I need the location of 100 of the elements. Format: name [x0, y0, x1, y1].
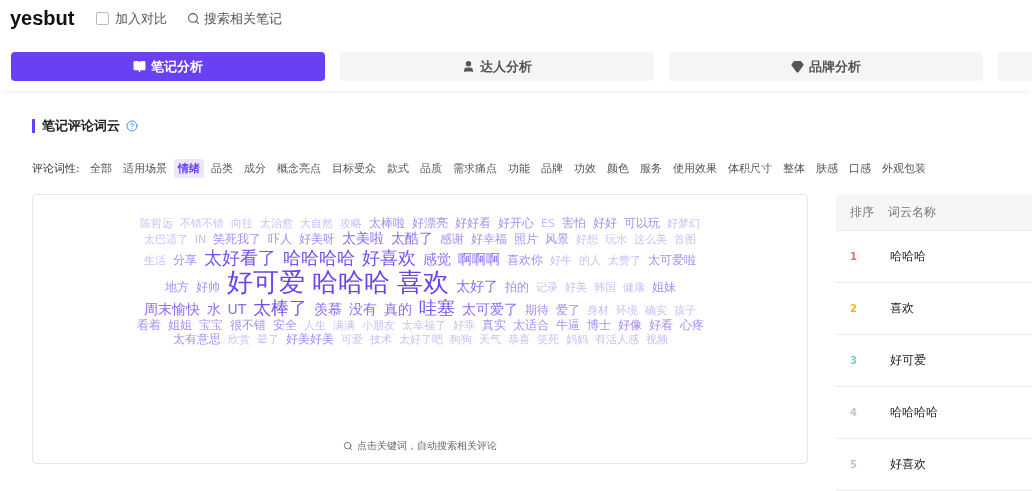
- filter-chip[interactable]: 品类: [206, 159, 237, 178]
- cloud-word[interactable]: 狗狗: [449, 333, 472, 347]
- cloud-word[interactable]: 没有: [349, 301, 378, 318]
- cloud-word[interactable]: 恭喜: [507, 333, 530, 347]
- cloud-word[interactable]: 太治愈: [260, 218, 294, 231]
- cloud-word[interactable]: 好好看: [455, 217, 492, 231]
- cloud-word[interactable]: 大自然: [300, 218, 334, 231]
- cloud-word[interactable]: 太适合: [512, 318, 549, 332]
- cloud-word[interactable]: 的人: [579, 254, 601, 267]
- cloud-word[interactable]: 真实: [481, 318, 506, 332]
- cloud-word[interactable]: 晕了: [256, 333, 279, 347]
- cloud-word[interactable]: 记录: [535, 282, 558, 295]
- cloud-word[interactable]: 哈哈哈: [311, 268, 390, 297]
- cloud-word[interactable]: 啊啊啊: [458, 251, 500, 267]
- tab[interactable]: 达人分析: [340, 52, 654, 82]
- cloud-word[interactable]: 太好了: [455, 279, 498, 295]
- filter-chip[interactable]: 全部: [85, 159, 116, 178]
- filter-chip[interactable]: 成分: [239, 159, 270, 178]
- filter-chip[interactable]: 使用效果: [668, 159, 721, 178]
- tab[interactable]: 笔记分析: [11, 52, 325, 82]
- cloud-word[interactable]: 吓人: [268, 233, 293, 247]
- cloud-word[interactable]: 好美: [564, 282, 587, 295]
- cloud-word[interactable]: 天气: [478, 333, 501, 347]
- cloud-word[interactable]: 太好看了: [204, 247, 276, 268]
- cloud-word[interactable]: 看着: [136, 318, 161, 332]
- search-notes-link[interactable]: 搜索相关笔记: [187, 9, 283, 28]
- cloud-word[interactable]: 不错不错: [180, 218, 225, 231]
- cloud-word[interactable]: 好好: [592, 217, 617, 231]
- cloud-word[interactable]: 拍的: [504, 281, 529, 295]
- cloud-word[interactable]: 韩国: [593, 282, 616, 295]
- filter-chip[interactable]: 概念亮点: [272, 159, 325, 178]
- cloud-word[interactable]: 感觉: [423, 251, 451, 267]
- cloud-word[interactable]: 好乖: [452, 319, 475, 332]
- cloud-word[interactable]: 太赞了: [608, 254, 641, 267]
- cloud-word[interactable]: 太好了吧: [398, 333, 443, 347]
- cloud-word[interactable]: 好帅: [195, 281, 220, 295]
- cloud-word[interactable]: 真的: [384, 301, 413, 318]
- filter-chip[interactable]: 品质: [415, 159, 446, 178]
- cloud-word[interactable]: 陈哲远: [140, 218, 174, 231]
- cloud-word[interactable]: 好想: [576, 234, 599, 247]
- cloud-word[interactable]: 周末愉快: [143, 301, 200, 318]
- cloud-word[interactable]: 感谢: [440, 233, 465, 247]
- cloud-word[interactable]: 笑死我了: [213, 233, 262, 247]
- cloud-word[interactable]: 首图: [674, 234, 697, 247]
- cloud-word[interactable]: 生活: [144, 254, 166, 267]
- cloud-word[interactable]: 太棒啦: [369, 217, 406, 231]
- cloud-word[interactable]: 攻略: [340, 218, 363, 231]
- filter-chip[interactable]: 肤感: [811, 159, 842, 178]
- cloud-word[interactable]: 牛逼: [555, 318, 580, 332]
- cloud-word[interactable]: 有活人感: [594, 333, 639, 347]
- cloud-word[interactable]: 羡慕: [314, 301, 343, 318]
- cloud-word[interactable]: 孩子: [674, 304, 697, 318]
- cloud-word[interactable]: 确实: [645, 304, 668, 318]
- cloud-word[interactable]: 技术: [369, 333, 392, 347]
- cloud-word[interactable]: 好可爱: [226, 268, 305, 297]
- cloud-word[interactable]: 妈妈: [565, 333, 588, 347]
- cloud-word[interactable]: 期待: [525, 303, 550, 318]
- cloud-word[interactable]: IN: [194, 234, 207, 247]
- cloud-word[interactable]: 照片: [514, 233, 539, 247]
- cloud-word[interactable]: UT: [227, 301, 247, 318]
- cloud-word[interactable]: 哇塞: [419, 297, 456, 318]
- compare-checkbox[interactable]: 加入对比: [96, 9, 168, 28]
- filter-chip[interactable]: 功效: [569, 159, 600, 178]
- cloud-word[interactable]: 博士: [586, 318, 611, 332]
- filter-chip[interactable]: 口感: [844, 159, 875, 178]
- cloud-word[interactable]: 身材: [587, 304, 610, 318]
- filter-chip[interactable]: 情绪: [173, 159, 204, 178]
- help-icon[interactable]: [126, 120, 138, 132]
- cloud-word[interactable]: 安全: [272, 318, 297, 332]
- cloud-word[interactable]: 喜欢你: [507, 253, 543, 267]
- cloud-word[interactable]: 这么美: [634, 234, 668, 247]
- cloud-word[interactable]: 好美呀: [299, 233, 336, 247]
- filter-chip[interactable]: 品牌: [536, 159, 567, 178]
- filter-chip[interactable]: 功能: [503, 159, 534, 178]
- cloud-word[interactable]: 太幸福了: [401, 319, 446, 332]
- cloud-word[interactable]: 分享: [173, 253, 197, 267]
- cloud-word[interactable]: 好开心: [498, 217, 535, 231]
- cloud-word[interactable]: 太美啦: [342, 231, 385, 247]
- cloud-word[interactable]: 健康: [622, 282, 645, 295]
- filter-chip[interactable]: 外观包装: [877, 159, 930, 178]
- cloud-word[interactable]: 可以玩: [623, 217, 660, 231]
- filter-chip[interactable]: 款式: [382, 159, 413, 178]
- cloud-word[interactable]: 环境: [616, 304, 639, 318]
- cloud-word[interactable]: 水: [206, 301, 221, 318]
- cloud-word[interactable]: 向往: [231, 218, 254, 231]
- cloud-word[interactable]: 害怕: [561, 217, 586, 231]
- cloud-word[interactable]: 心疼: [679, 318, 704, 332]
- filter-chip[interactable]: 目标受众: [327, 159, 380, 178]
- cloud-word[interactable]: 好梦幻: [666, 218, 700, 231]
- cloud-word[interactable]: 太棒了: [253, 297, 308, 318]
- cloud-word[interactable]: 好看: [648, 318, 673, 332]
- cloud-word[interactable]: 太可爱啦: [648, 253, 696, 267]
- cloud-word[interactable]: 好漂亮: [412, 217, 449, 231]
- cloud-word[interactable]: 姐妹: [651, 281, 676, 295]
- cloud-word[interactable]: 喜欢: [396, 268, 449, 297]
- cloud-word[interactable]: 太酷了: [391, 231, 434, 247]
- cloud-word[interactable]: 欣赏: [227, 333, 250, 347]
- cloud-word[interactable]: 地方: [164, 281, 189, 295]
- tab[interactable]: 品牌分析: [669, 52, 983, 82]
- filter-chip[interactable]: 需求痛点: [448, 159, 501, 178]
